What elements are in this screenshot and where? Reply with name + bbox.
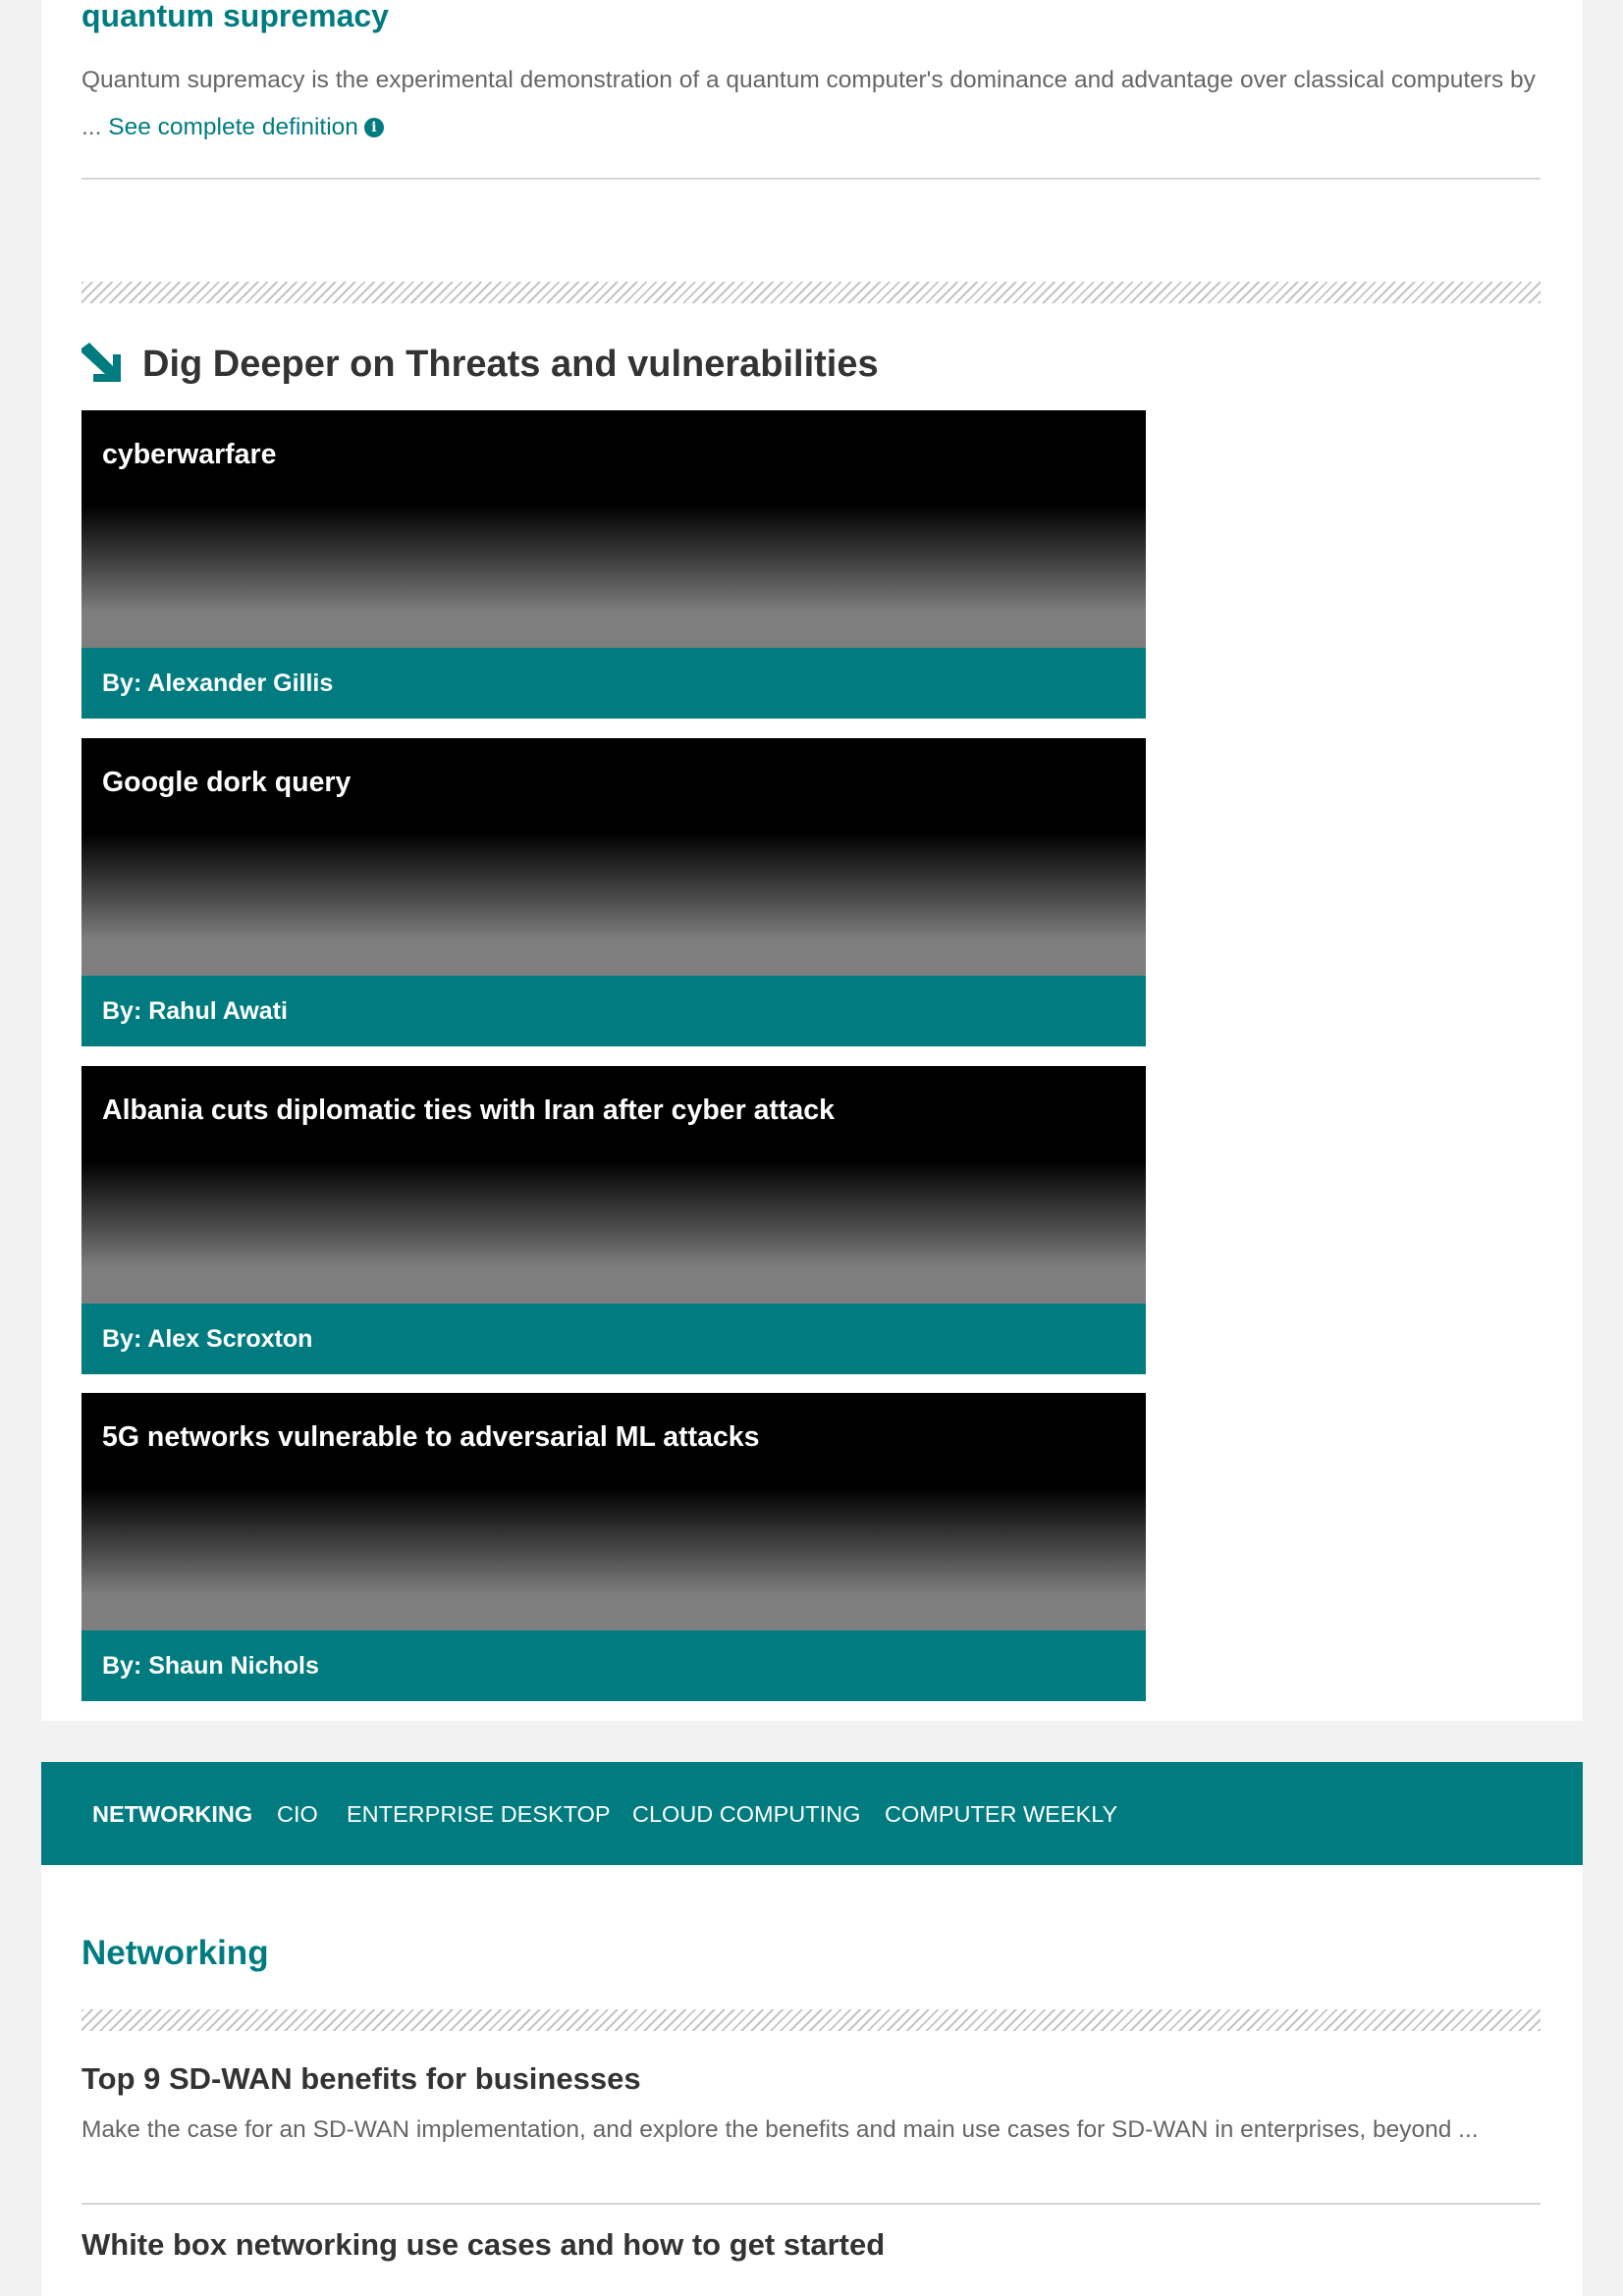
article-title[interactable]: White box networking use cases and how t… [81, 2227, 885, 2263]
nav-item-enterprise-desktop[interactable]: ENTERPRISE DESKTOP [347, 1762, 611, 1866]
card-byline: By: Alex Scroxton [102, 1325, 313, 1353]
divider [81, 178, 1541, 180]
arrow-down-right-icon [81, 343, 121, 382]
card-byline: By: Rahul Awati [102, 997, 288, 1025]
card-title[interactable]: Albania cuts diplomatic ties with Iran a… [102, 1095, 835, 1127]
hatched-divider [81, 2009, 1541, 2031]
definition-title[interactable]: quantum supremacy [81, 0, 389, 34]
related-article-card[interactable]: 5G networks vulnerable to adversarial ML… [81, 1393, 1146, 1701]
network-sites-nav: NETWORKING CIO ENTERPRISE DESKTOP CLOUD … [41, 1762, 1583, 1866]
card-title[interactable]: cyberwarfare [102, 439, 276, 471]
nav-item-cio[interactable]: CIO [277, 1762, 318, 1866]
dig-deeper-heading: Dig Deeper on Threats and vulnerabilitie… [142, 343, 879, 385]
nav-item-cloud-computing[interactable]: CLOUD COMPUTING [632, 1762, 860, 1866]
info-icon[interactable]: i [363, 118, 384, 137]
divider [81, 2203, 1541, 2205]
section-title[interactable]: Networking [81, 1934, 269, 1973]
article-summary: Make the case for an SD-WAN implementati… [81, 2116, 1479, 2143]
see-complete-definition-link[interactable]: See complete definition [108, 114, 358, 140]
article-title[interactable]: Top 9 SD-WAN benefits for businesses [81, 2061, 641, 2097]
card-title[interactable]: 5G networks vulnerable to adversarial ML… [102, 1421, 760, 1454]
card-title[interactable]: Google dork query [102, 767, 351, 799]
definition-body: Quantum supremacy is the experimental de… [81, 57, 1544, 151]
nav-item-networking[interactable]: NETWORKING [92, 1762, 252, 1866]
related-article-card[interactable]: Google dork query By: Rahul Awati [81, 738, 1146, 1046]
card-byline-bar: By: Rahul Awati [81, 976, 1146, 1046]
related-article-card[interactable]: cyberwarfare By: Alexander Gillis [81, 410, 1146, 719]
card-byline: By: Alexander Gillis [102, 669, 334, 697]
hatched-divider [81, 282, 1541, 303]
card-byline: By: Shaun Nichols [102, 1652, 319, 1680]
card-byline-bar: By: Alexander Gillis [81, 648, 1146, 719]
networking-panel: Networking Top 9 SD-WAN benefits for bus… [41, 1865, 1583, 2296]
content-panel: quantum supremacy Quantum supremacy is t… [41, 0, 1583, 1721]
card-byline-bar: By: Shaun Nichols [81, 1630, 1146, 1701]
dig-deeper-header: Dig Deeper on Threats and vulnerabilitie… [81, 340, 879, 389]
related-article-card[interactable]: Albania cuts diplomatic ties with Iran a… [81, 1066, 1146, 1374]
nav-item-computer-weekly[interactable]: COMPUTER WEEKLY [885, 1762, 1117, 1866]
card-byline-bar: By: Alex Scroxton [81, 1304, 1146, 1374]
